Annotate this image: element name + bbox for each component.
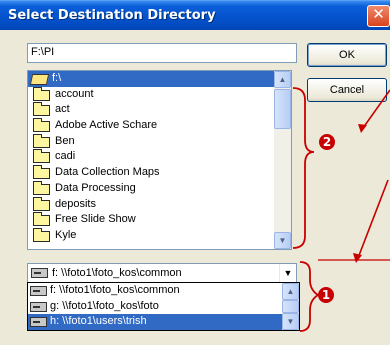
folder-item[interactable]: account — [28, 86, 276, 103]
open-folder-icon — [29, 74, 50, 85]
directory-bracket — [292, 87, 315, 249]
folder-icon — [33, 227, 50, 242]
folder-label: Adobe Active Schare — [55, 119, 158, 132]
scroll-thumb[interactable] — [274, 89, 291, 129]
dialog-window: Select Destination Directory ✕ F:\PI OK … — [0, 0, 390, 345]
cancel-button[interactable]: Cancel — [307, 78, 387, 102]
title-bar[interactable]: Select Destination Directory ✕ — [0, 0, 390, 30]
folder-item[interactable]: Data Processing — [28, 180, 276, 197]
folder-label: cadi — [55, 150, 76, 163]
folder-label: Data Processing — [55, 181, 136, 194]
drive-option[interactable]: h: \\foto1\users\trish — [28, 314, 299, 330]
folder-icon — [33, 102, 50, 117]
directory-scrollbar[interactable]: ▲ ▼ — [274, 71, 291, 249]
folder-item[interactable]: act — [28, 102, 276, 118]
directory-root-item[interactable]: f:\ — [28, 71, 276, 87]
window-title: Select Destination Directory — [8, 8, 216, 23]
folder-label: deposits — [55, 197, 96, 210]
arrowhead-lower — [353, 253, 362, 263]
folder-item[interactable]: Adobe Active Schare — [28, 118, 276, 134]
close-button[interactable]: ✕ — [367, 5, 390, 27]
drive-dropdown-list[interactable]: f: \\foto1\foto_kos\common g: \\foto1\fo… — [27, 282, 300, 331]
annotation-marker-1: 1 — [318, 287, 334, 303]
network-drive-icon — [30, 301, 47, 312]
folder-icon — [33, 212, 50, 227]
folder-item[interactable]: Ben — [28, 133, 276, 150]
network-drive-icon — [30, 286, 47, 296]
drive-option-label: h: \\foto1\users\trish — [50, 315, 147, 328]
folder-item[interactable]: deposits — [28, 196, 276, 213]
scroll-down-button[interactable]: ▼ — [282, 313, 299, 330]
arrowhead-upper — [358, 124, 367, 133]
scroll-up-button[interactable]: ▲ — [282, 283, 299, 300]
folder-icon — [33, 133, 50, 148]
chevron-up-icon: ▲ — [278, 75, 287, 84]
folder-icon — [33, 196, 50, 211]
arrow-line-lower — [357, 179, 389, 259]
network-drive-icon — [31, 268, 48, 278]
folder-icon — [33, 86, 50, 101]
folder-item[interactable]: Data Collection Maps — [28, 165, 276, 181]
folder-icon — [33, 118, 50, 133]
folder-label: account — [55, 87, 94, 100]
drive-bracket — [299, 261, 320, 332]
folder-label: act — [55, 103, 70, 116]
drive-scrollbar[interactable]: ▲ ▼ — [282, 283, 299, 330]
drive-option-label: f: \\foto1\foto_kos\common — [50, 284, 180, 296]
drive-option[interactable]: f: \\foto1\foto_kos\common — [28, 283, 299, 299]
folder-item[interactable]: Free Slide Show — [28, 212, 276, 228]
dropdown-arrow-icon[interactable]: ▼ — [279, 264, 296, 282]
folder-label: Data Collection Maps — [55, 166, 160, 179]
path-input[interactable]: F:\PI — [27, 43, 297, 63]
scroll-thumb[interactable] — [282, 300, 299, 313]
directory-list[interactable]: f:\ account act Adobe Active Schare Ben … — [27, 70, 292, 250]
network-drive-icon — [30, 317, 47, 328]
folder-icon — [33, 149, 50, 164]
folder-label: Ben — [55, 134, 75, 147]
scroll-up-button[interactable]: ▲ — [274, 71, 291, 88]
folder-icon — [33, 180, 50, 195]
close-icon: ✕ — [372, 6, 385, 23]
chevron-down-icon: ▼ — [286, 317, 295, 326]
annotation-marker-2: 2 — [319, 134, 335, 150]
folder-label: Free Slide Show — [55, 213, 136, 226]
drive-select[interactable]: f: \\foto1\foto_kos\common ▼ — [27, 263, 297, 283]
directory-root-label: f:\ — [52, 72, 62, 84]
folder-item[interactable]: Kyle — [28, 227, 276, 244]
folder-label: Kyle — [55, 228, 77, 241]
chevron-down-icon: ▼ — [278, 236, 287, 245]
drive-option[interactable]: g: \\foto1\foto_kos\foto — [28, 299, 299, 315]
drive-select-value: f: \\foto1\foto_kos\common — [52, 267, 182, 279]
ok-button[interactable]: OK — [307, 43, 387, 67]
folder-icon — [33, 165, 50, 180]
folder-item[interactable]: cadi — [28, 149, 276, 165]
chevron-up-icon: ▲ — [286, 287, 295, 296]
drive-option-label: g: \\foto1\foto_kos\foto — [50, 299, 159, 312]
scroll-down-button[interactable]: ▼ — [274, 232, 291, 249]
